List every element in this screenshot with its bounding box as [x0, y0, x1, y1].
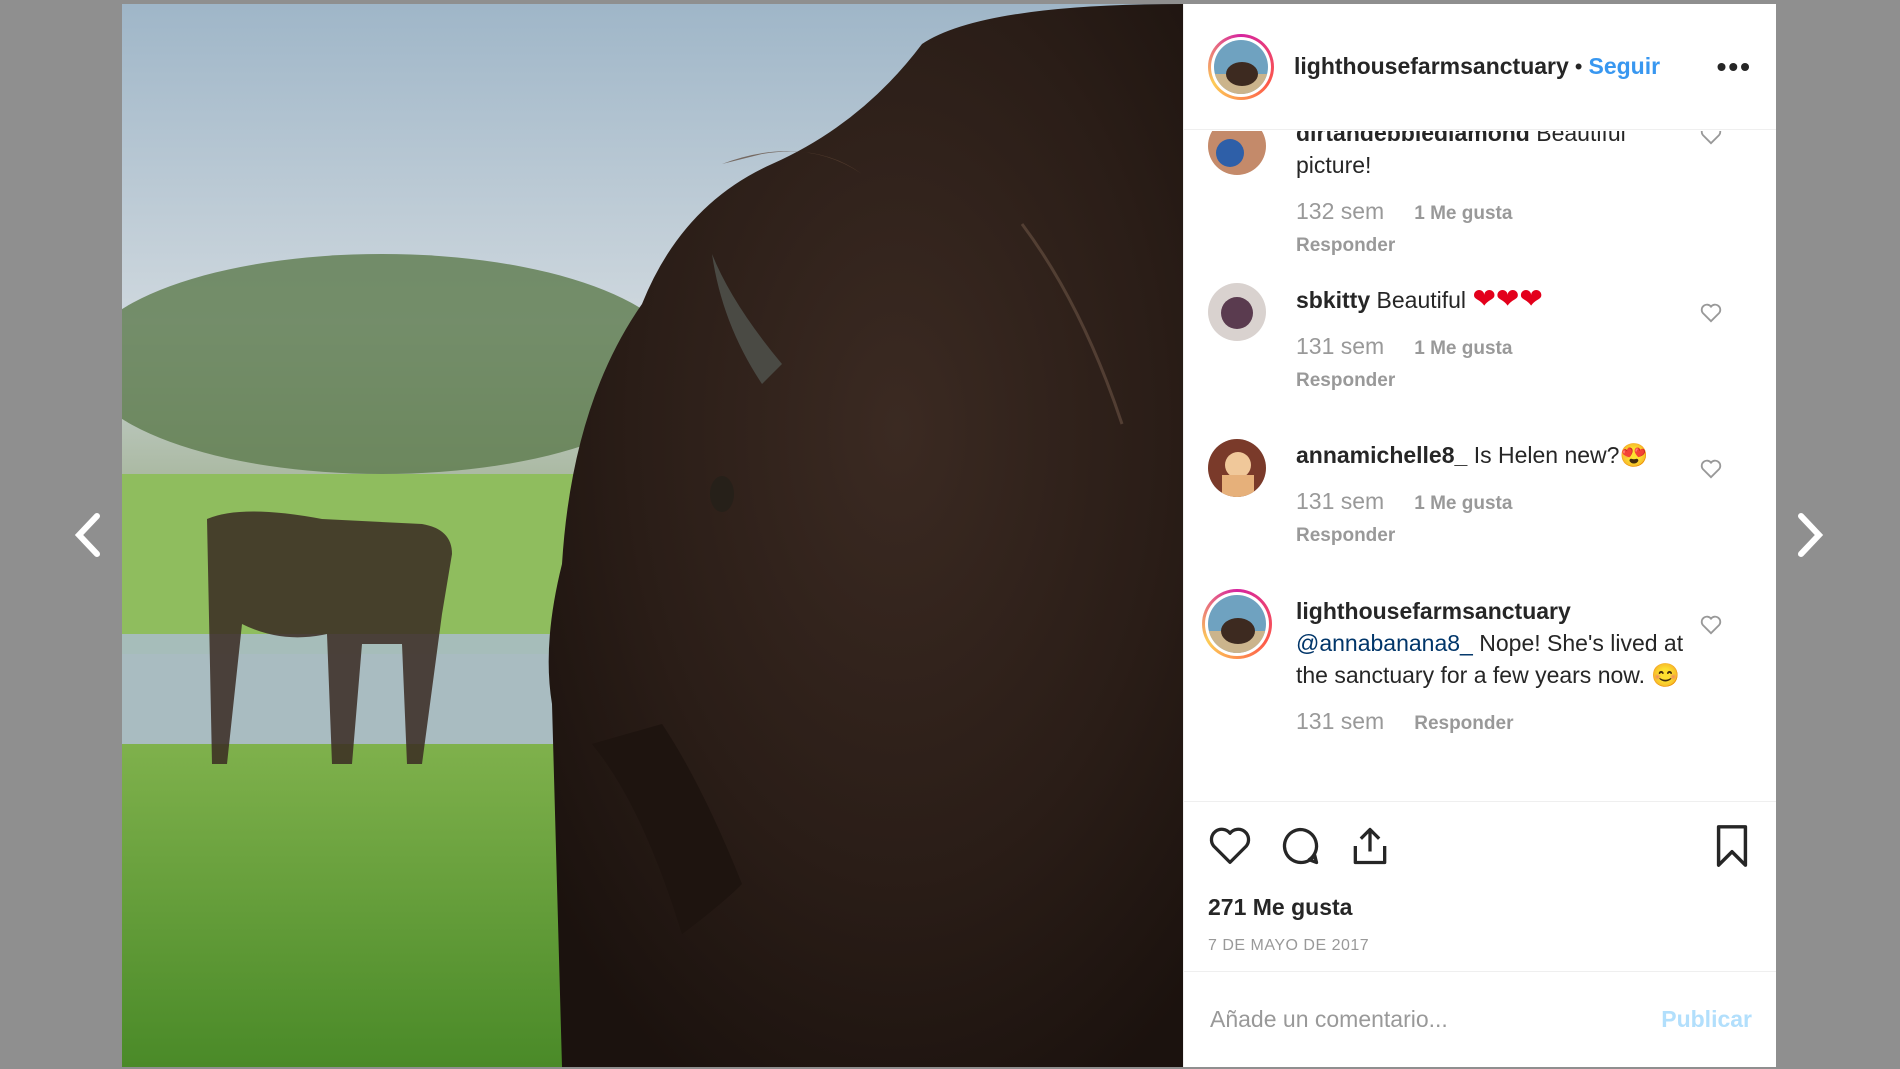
- comment-time[interactable]: 131 sem: [1296, 705, 1384, 737]
- hearts-emoji: ❤❤❤: [1472, 283, 1543, 314]
- comment-likes[interactable]: 1 Me gusta: [1414, 333, 1512, 365]
- reply-button[interactable]: Responder: [1296, 230, 1686, 262]
- avatar-image: [1208, 283, 1266, 341]
- avatar-image: [1214, 39, 1268, 94]
- post-photo[interactable]: [122, 4, 1183, 1067]
- separator-dot: •: [1574, 53, 1583, 79]
- comment-like-heart-icon[interactable]: [1700, 615, 1722, 635]
- comment-mention-link[interactable]: @annabanana8_: [1296, 630, 1473, 656]
- commenter-avatar[interactable]: [1208, 439, 1266, 497]
- author-username[interactable]: lighthousefarmsanctuary: [1294, 53, 1569, 80]
- commenter-username[interactable]: sbkitty: [1296, 287, 1370, 313]
- avatar-image: [1208, 439, 1266, 497]
- add-comment-bar: Publicar: [1184, 971, 1776, 1067]
- comment-text: Is Helen new?: [1473, 442, 1620, 468]
- post-header: lighthousefarmsanctuary • Seguir •••: [1184, 4, 1776, 130]
- reply-button[interactable]: Responder: [1414, 708, 1513, 740]
- comment-like-heart-icon[interactable]: [1700, 303, 1722, 323]
- reply-button[interactable]: Responder: [1296, 520, 1686, 552]
- next-post-button[interactable]: [1780, 500, 1840, 570]
- bookmark-icon[interactable]: [1712, 823, 1752, 869]
- commenter-username[interactable]: dirtandebbiediamond: [1296, 131, 1530, 146]
- author-avatar[interactable]: [1208, 33, 1274, 100]
- post-actions: 271 Me gusta 7 DE MAYO DE 2017: [1184, 801, 1776, 971]
- comment-item: dirtandebbiediamond Beautiful picture! 1…: [1208, 131, 1752, 262]
- comment-time[interactable]: 131 sem: [1296, 330, 1384, 362]
- comments-list[interactable]: dirtandebbiediamond Beautiful picture! 1…: [1184, 131, 1776, 801]
- more-options-icon[interactable]: •••: [1717, 51, 1752, 83]
- add-comment-input[interactable]: [1208, 1005, 1662, 1034]
- like-heart-icon[interactable]: [1208, 826, 1252, 866]
- share-icon[interactable]: [1348, 824, 1392, 868]
- comment-item: annamichelle8_ Is Helen new?😍 131 sem 1 M…: [1208, 439, 1752, 552]
- previous-post-button[interactable]: [58, 500, 118, 570]
- comment-like-heart-icon[interactable]: [1700, 459, 1722, 479]
- post-date[interactable]: 7 DE MAYO DE 2017: [1208, 937, 1752, 955]
- comment-time[interactable]: 132 sem: [1296, 195, 1384, 227]
- post-modal: lighthousefarmsanctuary • Seguir ••• dir…: [122, 4, 1776, 1067]
- comment-time[interactable]: 131 sem: [1296, 485, 1384, 517]
- comment-item: sbkitty Beautiful ❤❤❤ 131 sem 1 Me gusta …: [1208, 283, 1752, 397]
- star-eyes-emoji: 😍: [1619, 442, 1649, 468]
- likes-count[interactable]: 271 Me gusta: [1208, 894, 1752, 921]
- post-sidebar: lighthousefarmsanctuary • Seguir ••• dir…: [1183, 4, 1776, 1067]
- comment-like-heart-icon[interactable]: [1700, 131, 1722, 145]
- bison-photo: [122, 4, 1183, 1067]
- avatar-image: [1208, 595, 1266, 653]
- avatar-image: [1208, 131, 1266, 175]
- smile-emoji: 😊: [1651, 662, 1681, 688]
- publish-button[interactable]: Publicar: [1661, 1006, 1752, 1033]
- commenter-avatar[interactable]: [1202, 589, 1272, 659]
- reply-button[interactable]: Responder: [1296, 365, 1686, 397]
- chevron-left-icon: [74, 513, 100, 557]
- comment-likes[interactable]: 1 Me gusta: [1414, 488, 1512, 520]
- commenter-username[interactable]: lighthousefarmsanctuary: [1296, 598, 1571, 624]
- chevron-right-icon: [1798, 513, 1824, 557]
- comment-text: Beautiful: [1376, 287, 1467, 313]
- commenter-avatar[interactable]: [1208, 131, 1266, 175]
- comment-item: lighthousefarmsanctuary @annabanana8_ No…: [1202, 589, 1752, 740]
- comment-icon[interactable]: [1278, 824, 1322, 868]
- follow-button[interactable]: Seguir: [1589, 53, 1661, 80]
- comment-likes[interactable]: 1 Me gusta: [1414, 198, 1512, 230]
- commenter-username[interactable]: annamichelle8_: [1296, 442, 1467, 468]
- commenter-avatar[interactable]: [1208, 283, 1266, 341]
